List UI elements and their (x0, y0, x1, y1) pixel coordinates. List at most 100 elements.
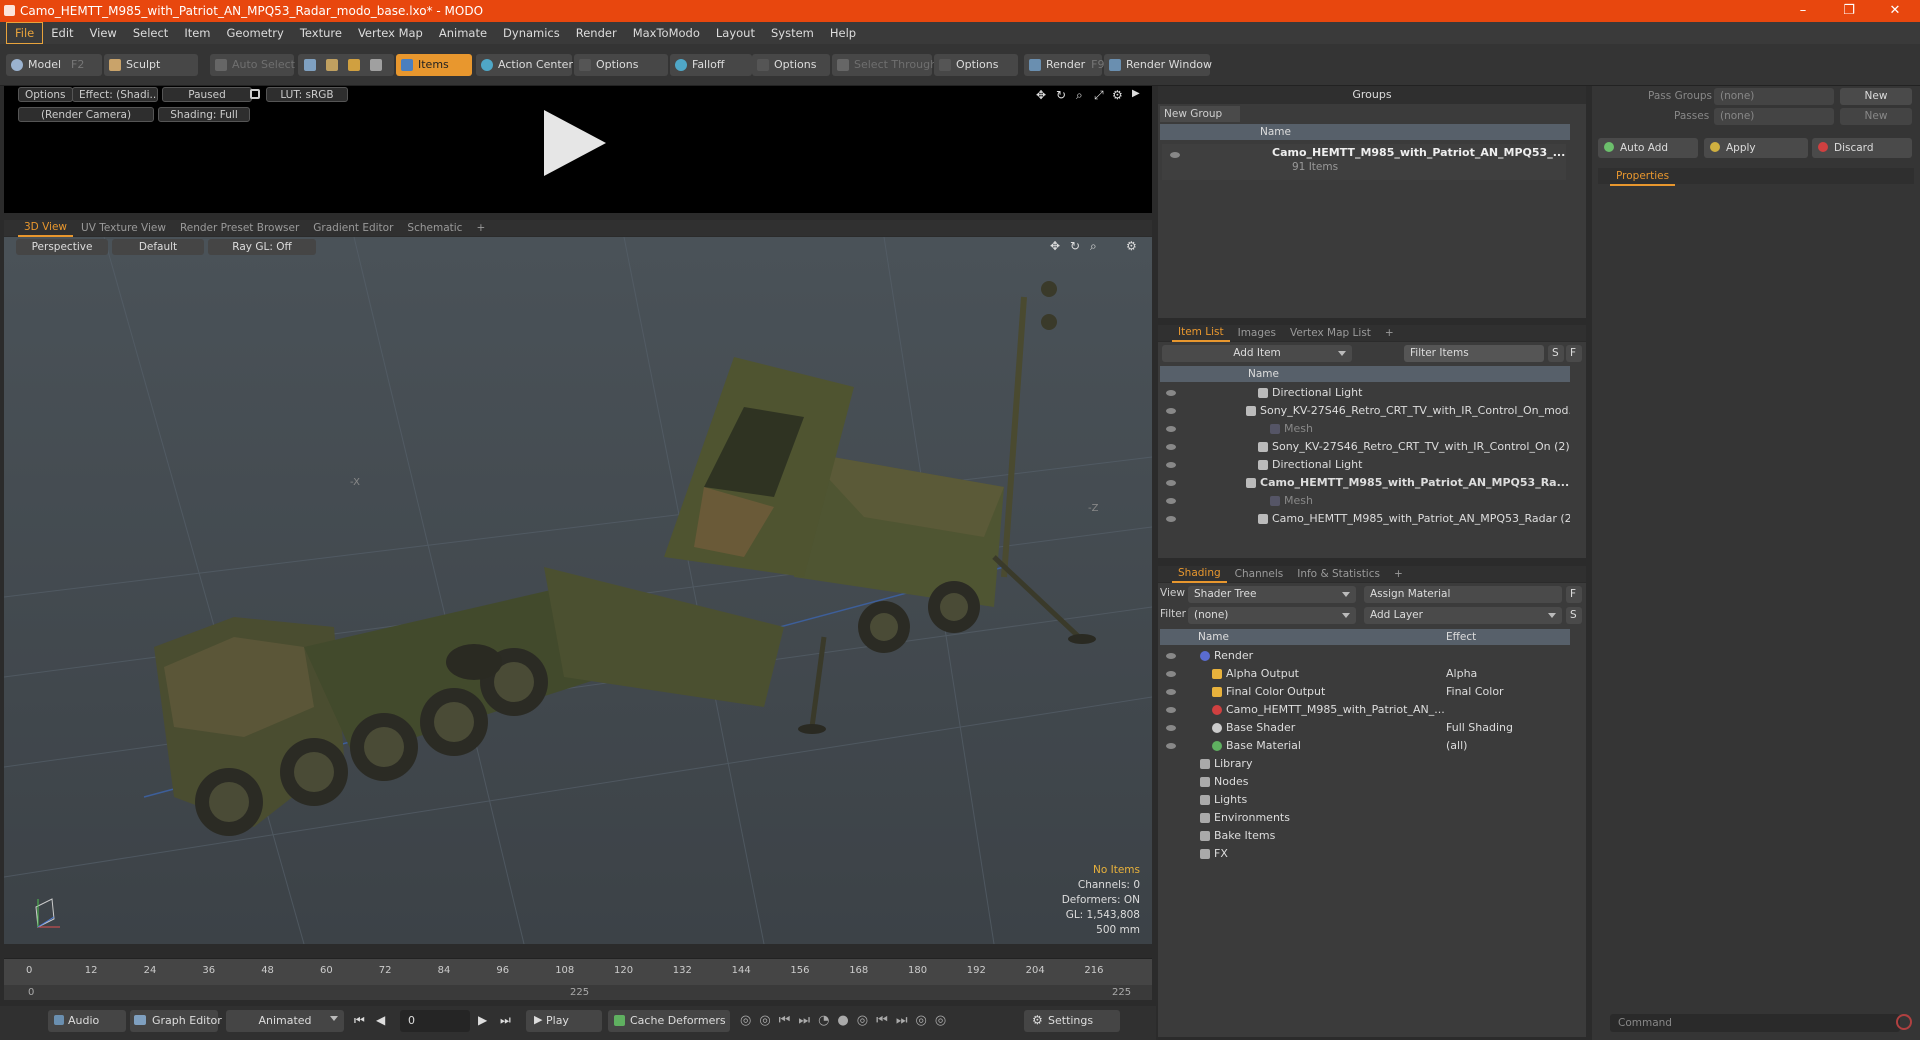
new-pass-group-button[interactable]: New (1840, 88, 1912, 105)
render-button[interactable]: Render F9 (1024, 54, 1105, 76)
new-pass-button[interactable]: New (1840, 108, 1912, 125)
shader-tree-row[interactable]: Base Material (all) (1160, 737, 1570, 755)
materials-icon[interactable] (370, 59, 382, 71)
menu-help[interactable]: Help (822, 23, 864, 43)
render-camera-dropdown[interactable]: (Render Camera) (18, 107, 154, 122)
default-style-dropdown[interactable]: Default (112, 239, 204, 255)
item-list-row[interactable]: Camo_HEMTT_M985_with_Patriot_AN_MPQ53_Ra… (1160, 510, 1570, 528)
visibility-eye-icon[interactable] (1166, 725, 1176, 731)
tab-vertex-map-list[interactable]: Vertex Map List (1284, 325, 1377, 341)
visibility-eye-icon[interactable] (1166, 426, 1176, 432)
add-tab-button[interactable]: + (470, 220, 491, 236)
visibility-eye-icon[interactable] (1166, 653, 1176, 659)
tab-uv-texture-view[interactable]: UV Texture View (75, 220, 172, 236)
expand-arrow-icon[interactable]: ▶ (1132, 88, 1140, 99)
orbit-icon[interactable]: ↻ (1070, 239, 1080, 253)
command-input[interactable]: Command (1610, 1014, 1900, 1032)
tab-gradient-editor[interactable]: Gradient Editor (307, 220, 399, 236)
filter-s-button[interactable]: S (1548, 345, 1564, 362)
shader-tree-row[interactable]: FX (1160, 845, 1570, 863)
tab-shading[interactable]: Shading (1172, 565, 1227, 583)
edges-icon[interactable] (326, 59, 338, 71)
visibility-eye-icon[interactable] (1166, 671, 1176, 677)
visibility-eye-icon[interactable] (1170, 152, 1180, 158)
maximize-button[interactable]: ❐ (1826, 0, 1872, 22)
zoom-icon[interactable]: ⌕ (1076, 88, 1083, 103)
menu-edit[interactable]: Edit (43, 23, 81, 43)
zoom-icon[interactable]: ⌕ (1090, 239, 1097, 254)
auto-select-button[interactable]: Auto Select (210, 54, 295, 76)
step-back-icon[interactable]: ◀ (376, 1013, 385, 1027)
move-icon[interactable]: ✥ (1036, 88, 1046, 102)
pan-icon[interactable]: ✥ (1050, 239, 1060, 253)
preview-options-button[interactable]: Options (18, 87, 73, 102)
play-icon[interactable] (544, 110, 606, 176)
step-forward-icon[interactable]: ▶ (478, 1013, 487, 1027)
shader-tree-row[interactable]: Render (1160, 647, 1570, 665)
raygl-toggle[interactable]: Ray GL: Off (208, 239, 316, 255)
maximize-icon[interactable]: ⤢ (1094, 88, 1104, 103)
tab-info-statistics[interactable]: Info & Statistics (1291, 566, 1386, 582)
tab-3d-view[interactable]: 3D View (18, 219, 74, 237)
group-row[interactable]: Camo_HEMTT_M985_with_Patriot_AN_MPQ53_..… (1162, 144, 1566, 180)
render-window-button[interactable]: Render Window (1104, 54, 1212, 76)
cache-deformers-button[interactable]: Cache Deformers (608, 1010, 730, 1032)
add-tab-button[interactable]: + (1379, 325, 1400, 341)
shading-f-button[interactable]: F (1566, 586, 1582, 603)
item-list-row[interactable]: Directional Light (1160, 384, 1570, 402)
close-button[interactable]: ✕ (1872, 0, 1918, 22)
filter-dropdown[interactable]: (none) (1188, 607, 1356, 624)
pass-groups-dropdown[interactable]: (none) (1714, 88, 1834, 105)
shading-s-button[interactable]: S (1566, 607, 1582, 624)
menu-vertex-map[interactable]: Vertex Map (350, 23, 431, 43)
polygons-icon[interactable] (348, 59, 360, 71)
visibility-eye-icon[interactable] (1166, 498, 1176, 504)
lut-dropdown[interactable]: LUT: sRGB (266, 87, 348, 102)
menu-layout[interactable]: Layout (708, 23, 763, 43)
tab-schematic[interactable]: Schematic (401, 220, 468, 236)
action-center-button[interactable]: Action Center (476, 54, 573, 76)
layer-effect[interactable]: Alpha (1446, 665, 1570, 683)
new-group-button[interactable]: New Group (1160, 106, 1240, 122)
layer-effect[interactable]: (all) (1446, 737, 1570, 755)
add-layer-dropdown[interactable]: Add Layer (1364, 607, 1562, 624)
filter-items-input[interactable]: Filter Items (1404, 345, 1544, 362)
select-options-button[interactable]: Options (934, 54, 1018, 76)
timeline[interactable]: 0 12 24 36 48 60 72 84 96 108 120 132 144 156 168 180 19… (4, 958, 1152, 1000)
item-list-row[interactable]: Mesh (1160, 492, 1570, 510)
skip-start-icon[interactable]: ⏮ (354, 1013, 365, 1028)
shader-tree-row[interactable]: Environments (1160, 809, 1570, 827)
item-list-row[interactable]: Sony_KV-27S46_Retro_CRT_TV_with_IR_Contr… (1160, 438, 1570, 456)
menu-view[interactable]: View (82, 23, 125, 43)
menu-texture[interactable]: Texture (292, 23, 350, 43)
timeline-ruler[interactable]: 0 12 24 36 48 60 72 84 96 108 120 132 144 156 168 180 19… (4, 959, 1152, 985)
falloff-options-button[interactable]: Options (752, 54, 830, 76)
frame-input[interactable]: 0 (400, 1010, 470, 1032)
tab-properties[interactable]: Properties (1610, 168, 1676, 186)
minimize-button[interactable]: – (1780, 0, 1826, 22)
shading-dropdown[interactable]: Shading: Full (158, 107, 250, 122)
layer-effect[interactable] (1446, 701, 1570, 719)
falloff-button[interactable]: Falloff (670, 54, 752, 76)
tab-channels[interactable]: Channels (1229, 566, 1290, 582)
tab-render-preset-browser[interactable]: Render Preset Browser (174, 220, 305, 236)
animated-dropdown[interactable]: Animated (226, 1010, 344, 1032)
visibility-eye-icon[interactable] (1166, 408, 1176, 414)
transport-tools-icons[interactable]: ◎◎⏮⏭◔●◎⏮⏭◎◎ (740, 1013, 954, 1028)
add-tab-button[interactable]: + (1388, 566, 1409, 582)
viewport-settings-icon[interactable]: ⚙ (1126, 239, 1137, 253)
shader-tree-row[interactable]: Camo_HEMTT_M985_with_Patriot_AN_... (1160, 701, 1570, 719)
item-list-row[interactable]: Directional Light (1160, 456, 1570, 474)
visibility-eye-icon[interactable] (1166, 390, 1176, 396)
passes-dropdown[interactable]: (none) (1714, 108, 1834, 125)
tab-item-list[interactable]: Item List (1172, 324, 1230, 342)
vertices-icon[interactable] (304, 59, 316, 71)
select-through-button[interactable]: Select Through (832, 54, 937, 76)
menu-maxtomodo[interactable]: MaxToModo (625, 23, 708, 43)
menu-render[interactable]: Render (568, 23, 625, 43)
menu-system[interactable]: System (763, 23, 822, 43)
assign-material-button[interactable]: Assign Material (1364, 586, 1562, 603)
visibility-eye-icon[interactable] (1166, 516, 1176, 522)
item-list-row[interactable]: Sony_KV-27S46_Retro_CRT_TV_with_IR_Contr… (1160, 402, 1570, 420)
menu-item[interactable]: Item (176, 23, 218, 43)
